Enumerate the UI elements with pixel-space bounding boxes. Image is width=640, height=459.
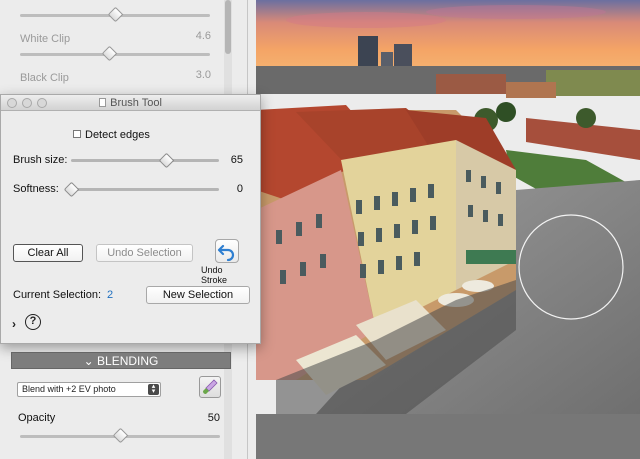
slider-knob[interactable] [112, 427, 129, 444]
slider-knob[interactable] [158, 152, 174, 169]
current-selection: Current Selection: 2 [13, 289, 113, 301]
undo-stroke-button[interactable] [215, 239, 239, 263]
scrollbar-thumb[interactable] [225, 0, 231, 54]
window-titlebar[interactable]: Brush Tool [1, 95, 260, 111]
black-clip-value: 3.0 [195, 69, 211, 81]
help-button[interactable]: ? [25, 314, 41, 330]
canvas-background [256, 414, 640, 459]
current-selection-label: Current Selection: [13, 289, 102, 301]
blend-mode-value: Blend with +2 EV photo [22, 384, 116, 394]
slider-knob[interactable] [107, 6, 124, 23]
opacity-label: Opacity [18, 412, 56, 424]
softness-slider[interactable] [63, 181, 219, 198]
blend-mode-select[interactable]: Blend with +2 EV photo ▴ ▾ [17, 382, 161, 397]
photo-preview[interactable] [256, 0, 640, 414]
softness-label: Softness: [13, 183, 59, 195]
opacity-value: 50 [207, 412, 220, 424]
softness-value: 0 [236, 183, 243, 195]
brush-size-slider[interactable] [71, 152, 219, 169]
black-clip-label: Black Clip [20, 72, 69, 84]
blending-title: BLENDING [97, 354, 159, 368]
select-arrows-icon: ▴ ▾ [148, 383, 159, 395]
window-title-area: Brush Tool [1, 97, 260, 109]
top-slider[interactable] [20, 6, 210, 23]
slider-track [71, 159, 219, 162]
undo-stroke-label: Undo Stroke [201, 265, 228, 285]
white-clip-label: White Clip [20, 33, 71, 45]
window-title: Brush Tool [110, 97, 162, 109]
opacity-slider[interactable] [20, 427, 220, 444]
slider-knob[interactable] [63, 181, 80, 198]
detect-edges-label: Detect edges [85, 129, 150, 141]
slider-knob[interactable] [102, 45, 118, 62]
current-selection-value: 2 [107, 289, 114, 301]
brush-icon [203, 379, 218, 394]
detect-edges-option[interactable]: Detect edges [73, 129, 150, 141]
expand-arrow-icon[interactable]: › [12, 317, 16, 331]
blending-section-header[interactable]: ⌄ BLENDING [11, 352, 231, 369]
undo-selection-button[interactable]: Undo Selection [96, 244, 193, 262]
new-selection-button[interactable]: New Selection [146, 286, 250, 304]
cityscape-photo[interactable] [256, 0, 640, 414]
clear-all-button[interactable]: Clear All [13, 244, 83, 262]
brush-size-value: 65 [230, 154, 243, 166]
brush-tool-window: Brush Tool Detect edges Brush size: 65 S… [0, 94, 261, 344]
brush-tool-toggle[interactable] [199, 376, 221, 398]
slider-track [71, 188, 219, 191]
chevron-down-icon: ⌄ [83, 354, 94, 368]
white-clip-value: 4.6 [195, 30, 211, 42]
document-icon [99, 98, 107, 107]
undo-arrow-icon [217, 244, 235, 262]
white-clip-slider[interactable] [20, 45, 210, 62]
detect-edges-checkbox[interactable] [73, 130, 81, 138]
brush-size-label: Brush size: [13, 154, 68, 166]
